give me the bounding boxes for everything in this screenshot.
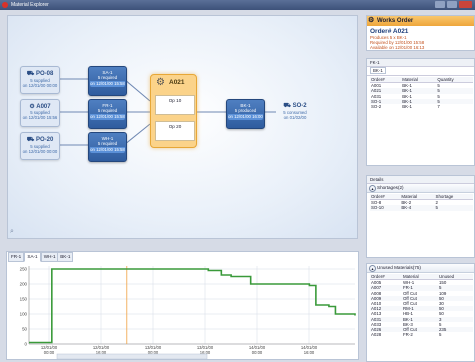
collapse-icon[interactable]: ▴ xyxy=(369,265,376,272)
table-cell: 5 xyxy=(438,332,442,338)
right-panel: ⚙ Works Order Order# A021 Produces 5 x BK… xyxy=(366,15,475,362)
material-tabs: FR-1 SA-1 WH-1 BK-1 xyxy=(7,252,107,262)
x-tick-label: 16:00 xyxy=(304,350,315,355)
x-tick-label: 00:00 xyxy=(44,350,55,355)
table-cell: 7 xyxy=(437,104,440,110)
node-title: PO-20 xyxy=(35,137,54,143)
table-cell: BK-1 xyxy=(402,104,412,110)
order-number: Order# A021 xyxy=(370,28,409,35)
horizontal-scrollbar[interactable] xyxy=(56,353,208,360)
node-bk-1[interactable]: BK-1 5 produced on 12/01/00 16:00 xyxy=(226,99,265,129)
cart-icon: ⛟ xyxy=(26,137,35,143)
order-table: Order# Material Quantity A001 BK-1 5 A021 BK-1 5… xyxy=(370,77,473,109)
y-tick-label: 0 xyxy=(25,342,28,347)
unused-materials-panel: ▴ Unused Materials(75) Order# Material Unus… xyxy=(366,263,475,362)
table-cell: A028 xyxy=(371,332,382,338)
node-fr-1[interactable]: FR-1 5 required on 12/01/00 15:58 xyxy=(88,99,127,129)
table-cell: SO-2 xyxy=(371,104,382,110)
section-title: Unused Materials(75) xyxy=(377,265,421,270)
details-panel: Details ▴ Shortages(2) Order# Material Shor… xyxy=(366,175,475,258)
node-status: 5 required xyxy=(97,75,118,80)
connector xyxy=(123,123,151,146)
table-row[interactable]: SO-10 BK-4 5 xyxy=(370,205,473,211)
app-icon xyxy=(2,2,8,8)
fk-panel: FK-1 BK-1 Order# Material Quantity A001 BK-1… xyxy=(366,58,475,166)
node-date: on 12/01/00 15:58 xyxy=(90,147,125,153)
minimize-button[interactable] xyxy=(435,1,445,8)
material-flow-canvas[interactable]: ⛟ PO-08 5 supplied on 12/01/00 00:00 ⚙ A… xyxy=(7,15,358,239)
panel-title: Works Order xyxy=(377,18,414,24)
window-title: Material Explorer xyxy=(11,2,49,8)
node-status: 5 required xyxy=(97,108,118,113)
title-bar: Material Explorer xyxy=(0,0,475,10)
node-date: on 01/02/00 xyxy=(283,115,307,120)
shortages-table: Order# Material Shortage SO-8 BK-2 2 SO-10 BK-4… xyxy=(370,194,473,211)
works-order-panel: ⚙ Works Order Order# A021 Produces 5 x BK… xyxy=(366,15,475,51)
node-date: on 12/01/00 00:00 xyxy=(22,83,58,88)
y-tick-label: 50 xyxy=(22,327,27,332)
node-status: 5 required xyxy=(97,141,118,146)
panel-title: FK-1 xyxy=(367,59,474,67)
y-tick-label: 250 xyxy=(20,267,28,272)
collapse-icon[interactable]: ▴ xyxy=(369,185,376,192)
node-status: 5 produced xyxy=(234,108,257,113)
node-sa-1[interactable]: SA-1 5 required on 12/01/00 15:58 xyxy=(88,66,127,96)
tab-bk-1[interactable]: BK-1 xyxy=(370,67,386,74)
node-date: on 12/01/00 16:00 xyxy=(228,114,263,120)
unused-materials-table: Order# Material Unused A005 WH-1 150 A007 FR-1 5… xyxy=(370,274,473,337)
node-date: on 12/01/00 00:00 xyxy=(22,149,58,154)
stock-level-chart: 05010015020025012/01/0000:0012/01/0016:0… xyxy=(20,266,356,360)
node-date: on 12/01/00 15:56 xyxy=(22,115,58,120)
node-a021-works-order[interactable]: ⚙ A021 Op 10 Op 20 xyxy=(150,74,197,148)
y-tick-label: 100 xyxy=(20,312,28,317)
operation-box[interactable]: Op 20 xyxy=(155,121,195,141)
node-date: on 12/01/00 15:58 xyxy=(90,81,125,87)
table-cell: SO-10 xyxy=(371,205,384,211)
node-po-20[interactable]: ⛟ PO-20 5 supplied on 12/01/00 00:00 xyxy=(20,132,60,160)
gear-icon: ⚙ xyxy=(156,77,165,88)
stock-level-panel: FR-1 SA-1 WH-1 BK-1 0 50 100 150 200 250 12/01/00… xyxy=(6,251,359,360)
connector xyxy=(123,78,151,102)
table-cell: 5 xyxy=(435,205,438,211)
node-title: PO-08 xyxy=(35,71,54,77)
gear-icon: ⚙ xyxy=(368,17,375,24)
table-row[interactable]: SO-2 BK-1 7 xyxy=(370,104,473,109)
node-wh-1[interactable]: WH-1 5 required on 12/01/00 15:58 xyxy=(88,132,127,162)
cart-icon: ⛟ xyxy=(26,71,35,77)
close-button[interactable] xyxy=(459,1,472,8)
node-po-08[interactable]: ⛟ PO-08 5 supplied on 12/01/00 00:00 xyxy=(20,66,60,94)
table-cell: BK-4 xyxy=(401,205,412,211)
y-tick-label: 150 xyxy=(20,297,28,302)
order-available: Available on 12/01/00 16:13 xyxy=(370,45,425,50)
operation-box[interactable]: Op 10 xyxy=(155,95,195,115)
node-a007[interactable]: ⚙ A007 5 supplied on 12/01/00 15:56 xyxy=(20,99,60,127)
node-title: A021 xyxy=(169,79,185,86)
node-so-2[interactable]: ⛟ SO-2 5 consumed on 01/02/00 xyxy=(276,99,314,125)
node-title: SO-2 xyxy=(292,103,307,109)
zoom-icon[interactable]: ⌕ xyxy=(10,228,19,237)
node-date: on 12/01/00 15:58 xyxy=(90,114,125,120)
maximize-button[interactable] xyxy=(447,1,457,8)
truck-icon: ⛟ xyxy=(283,103,291,109)
x-tick-label: 00:00 xyxy=(252,350,263,355)
table-row[interactable]: A028 FR-2 5 xyxy=(370,332,473,337)
panel-title: Details xyxy=(367,176,474,184)
table-cell: FR-2 xyxy=(403,332,413,338)
y-tick-label: 200 xyxy=(20,282,28,287)
section-title: Shortages(2) xyxy=(377,185,404,190)
stock-level-line xyxy=(29,268,356,344)
